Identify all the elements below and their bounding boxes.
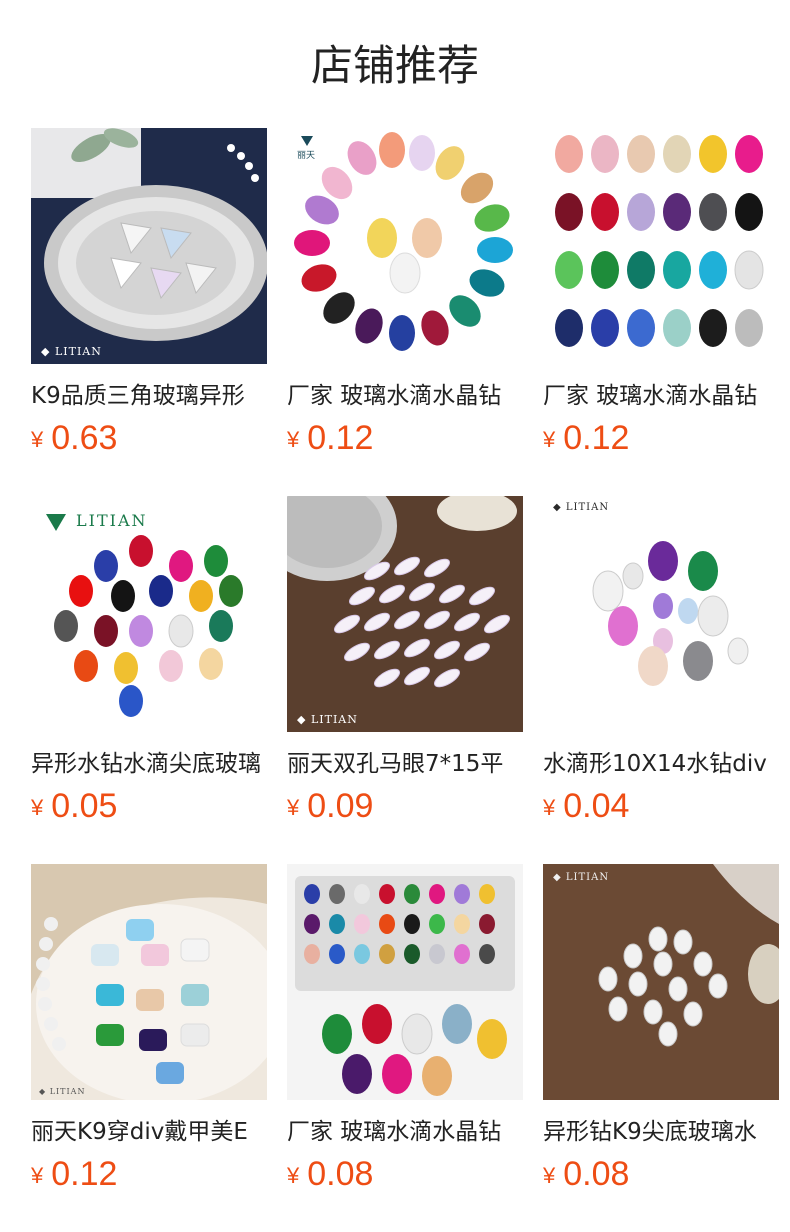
product-image[interactable]: 丽天 — [287, 128, 523, 364]
product-image[interactable]: ◆ LITIAN — [543, 864, 779, 1100]
currency-symbol: ¥ — [287, 427, 300, 452]
logo-icon: ◆ — [553, 502, 562, 513]
brand-watermark: ◆ LITIAN — [553, 872, 610, 883]
brand-watermark: ◆ LITIAN — [297, 713, 358, 726]
price-value: 0.09 — [307, 787, 374, 825]
product-image[interactable]: ◆ LITIAN — [31, 128, 267, 364]
product-image[interactable]: ◆ LITIAN — [543, 496, 779, 732]
currency-symbol: ¥ — [543, 795, 556, 820]
product-card[interactable]: 厂家 玻璃水滴水晶钻 ¥0.12 — [543, 128, 779, 468]
price-value: 0.63 — [51, 419, 118, 457]
product-card[interactable]: 丽天 厂家 玻璃水滴水晶钻 ¥0.12 — [287, 128, 523, 468]
price-value: 0.12 — [307, 419, 374, 457]
product-price: ¥0.04 — [543, 786, 779, 833]
currency-symbol: ¥ — [31, 795, 44, 820]
product-price: ¥0.05 — [31, 786, 267, 833]
logo-icon: ◆ — [39, 1087, 47, 1096]
logo-icon: ◆ — [41, 345, 51, 358]
brand-watermark: ◆ LITIAN — [553, 502, 610, 513]
product-image[interactable]: ◆ LITIAN — [31, 864, 267, 1100]
price-value: 0.08 — [307, 1155, 374, 1193]
currency-symbol: ¥ — [287, 1163, 300, 1188]
product-card[interactable]: LITIAN 异形水钻水滴尖底玻璃 ¥0.05 — [31, 496, 267, 836]
currency-symbol: ¥ — [287, 795, 300, 820]
product-card[interactable]: ◆ LITIAN 丽天双孔马眼7*15平 ¥0.09 — [287, 496, 523, 836]
svg-text:丽天: 丽天 — [297, 150, 315, 161]
product-name[interactable]: 厂家 玻璃水滴水晶钻 — [543, 380, 779, 412]
product-image[interactable]: LITIAN — [31, 496, 267, 732]
product-name[interactable]: 丽天双孔马眼7*15平 — [287, 748, 523, 780]
product-price: ¥0.12 — [543, 418, 779, 465]
product-name[interactable]: K9品质三角玻璃异形 — [31, 380, 267, 412]
product-name[interactable]: 丽天K9穿div戴甲美E — [31, 1116, 267, 1148]
currency-symbol: ¥ — [543, 1163, 556, 1188]
product-name[interactable]: 厂家 玻璃水滴水晶钻 — [287, 380, 523, 412]
product-card[interactable]: ◆ LITIAN 异形钻K9尖底玻璃水 ¥0.08 — [543, 864, 779, 1204]
page-title: 店铺推荐 — [310, 41, 479, 90]
product-card[interactable]: ◆ LITIAN 水滴形10X14水钻div ¥0.04 — [543, 496, 779, 836]
price-value: 0.04 — [563, 787, 630, 825]
product-card[interactable]: ◆ LITIAN K9品质三角玻璃异形 ¥0.63 — [31, 128, 267, 468]
product-name[interactable]: 厂家 玻璃水滴水晶钻 — [287, 1116, 523, 1148]
product-image[interactable] — [287, 864, 523, 1100]
product-card[interactable]: ◆ LITIAN 丽天K9穿div戴甲美E ¥0.12 — [31, 864, 267, 1204]
product-price: ¥0.09 — [287, 786, 523, 833]
product-price: ¥0.08 — [287, 1154, 523, 1201]
product-name[interactable]: 水滴形10X14水钻div — [543, 748, 779, 780]
price-value: 0.05 — [51, 787, 118, 825]
logo-icon: ◆ — [297, 713, 307, 726]
price-value: 0.12 — [51, 1155, 118, 1193]
logo-icon: ◆ — [553, 872, 562, 883]
brand-watermark: ◆ LITIAN — [41, 345, 102, 358]
product-card[interactable]: 厂家 玻璃水滴水晶钻 ¥0.08 — [287, 864, 523, 1204]
product-price: ¥0.12 — [31, 1154, 267, 1201]
product-name[interactable]: 异形钻K9尖底玻璃水 — [543, 1116, 779, 1148]
svg-text:LITIAN: LITIAN — [76, 511, 148, 530]
product-name[interactable]: 异形水钻水滴尖底玻璃 — [31, 748, 267, 780]
product-price: ¥0.63 — [31, 418, 267, 465]
currency-symbol: ¥ — [31, 427, 44, 452]
price-value: 0.08 — [563, 1155, 630, 1193]
product-price: ¥0.12 — [287, 418, 523, 465]
brand-watermark: ◆ LITIAN — [39, 1087, 86, 1096]
price-value: 0.12 — [563, 419, 630, 457]
currency-symbol: ¥ — [543, 427, 556, 452]
product-image[interactable]: ◆ LITIAN — [287, 496, 523, 732]
product-image[interactable] — [543, 128, 779, 364]
product-price: ¥0.08 — [543, 1154, 779, 1201]
currency-symbol: ¥ — [31, 1163, 44, 1188]
